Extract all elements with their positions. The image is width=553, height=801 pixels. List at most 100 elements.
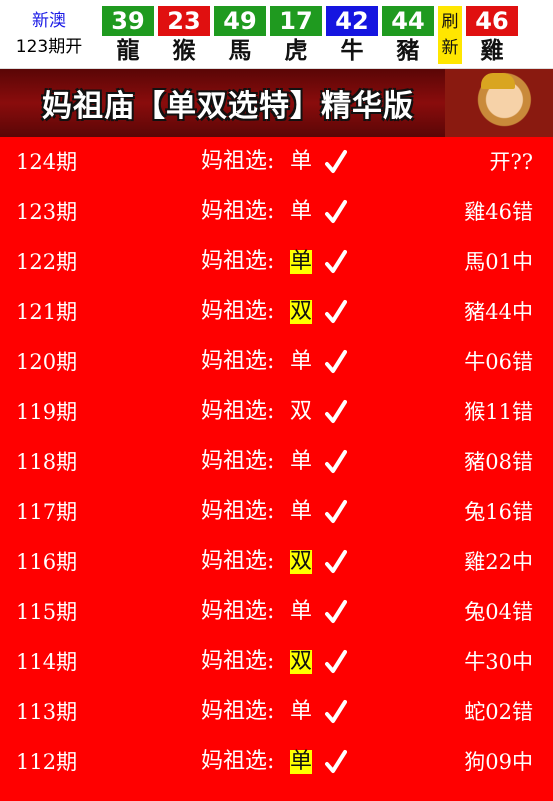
prediction-label: 妈祖选: (201, 699, 275, 724)
pick-value: 单 (290, 749, 313, 774)
ball-number: 17 (270, 6, 322, 36)
list-item: 120期 妈祖选: 单 牛06错 (0, 337, 553, 387)
ball-6: 44 豬 (382, 0, 434, 68)
result-value: 牛30中 (464, 650, 533, 674)
period-label: 114期 (16, 650, 78, 674)
check-icon (325, 537, 347, 587)
check-icon (325, 587, 347, 637)
prediction-label: 妈祖选: (201, 649, 275, 674)
ball-number: 42 (326, 6, 378, 36)
result-value: 蛇02错 (464, 700, 533, 724)
pick-value: 双 (290, 399, 313, 424)
prediction-label: 妈祖选: (201, 149, 275, 174)
crown-icon (481, 73, 515, 89)
ball-zodiac: 牛 (340, 38, 364, 64)
refresh-button[interactable]: 刷 新 (438, 6, 462, 64)
pick-value: 单 (290, 349, 313, 374)
prediction-label: 妈祖选: (201, 599, 275, 624)
ball-4: 17 虎 (270, 0, 322, 68)
draw-result-bar: 新澳 123期开 39 龍 23 猴 49 馬 17 虎 42 牛 44 豬 刷 新 46 雞 (0, 0, 553, 69)
period-label: 113期 (16, 700, 78, 724)
issue-label: 123期开 (15, 37, 83, 57)
pick-value: 双 (290, 299, 313, 324)
prediction-label: 妈祖选: (201, 249, 275, 274)
ball-2: 23 猴 (158, 0, 210, 68)
ball-number: 23 (158, 6, 210, 36)
list-item: 114期 妈祖选: 双 牛30中 (0, 637, 553, 687)
prediction-label: 妈祖选: (201, 749, 275, 774)
list-item: 112期 妈祖选: 单 狗09中 (0, 737, 553, 787)
period-label: 119期 (16, 400, 78, 424)
ball-zodiac: 猴 (172, 38, 196, 64)
pick-value: 单 (290, 199, 313, 224)
result-value: 兔04错 (464, 600, 533, 624)
check-icon (325, 187, 347, 237)
prediction-label: 妈祖选: (201, 199, 275, 224)
pick-value: 单 (290, 599, 313, 624)
period-label: 120期 (16, 350, 78, 374)
ball-7: 46 雞 (466, 0, 518, 68)
pick-value: 单 (290, 149, 313, 174)
check-icon (325, 487, 347, 537)
ball-zodiac: 龍 (116, 38, 140, 64)
ball-zodiac: 虎 (284, 38, 308, 64)
result-value: 开?? (489, 150, 533, 174)
ball-list: 39 龍 23 猴 49 馬 17 虎 42 牛 44 豬 (98, 0, 434, 68)
list-item: 121期 妈祖选: 双 豬44中 (0, 287, 553, 337)
period-label: 121期 (16, 300, 78, 324)
prediction-label: 妈祖选: (201, 499, 275, 524)
list-item: 117期 妈祖选: 单 兔16错 (0, 487, 553, 537)
result-value: 馬01中 (464, 250, 533, 274)
pick-value: 单 (290, 499, 313, 524)
result-value: 雞46错 (464, 200, 533, 224)
ball-number: 49 (214, 6, 266, 36)
list-item: 122期 妈祖选: 单 馬01中 (0, 237, 553, 287)
result-value: 豬44中 (464, 300, 533, 324)
prediction-label: 妈祖选: (201, 399, 275, 424)
pick-value: 单 (290, 449, 313, 474)
pick-value: 双 (290, 649, 313, 674)
list-item: 119期 妈祖选: 双 猴11错 (0, 387, 553, 437)
period-label: 123期 (16, 200, 78, 224)
result-value: 雞22中 (464, 550, 533, 574)
period-label: 122期 (16, 250, 78, 274)
ball-5: 42 牛 (326, 0, 378, 68)
prediction-list: 124期 妈祖选: 单开?? 123期 妈祖选: 单雞46错 122期 妈祖选: 单馬01中 12… (0, 137, 553, 801)
check-icon (325, 287, 347, 337)
period-label: 115期 (16, 600, 78, 624)
ball-zodiac: 豬 (396, 38, 420, 64)
ball-1: 39 龍 (102, 0, 154, 68)
check-icon (325, 437, 347, 487)
draw-info: 新澳 123期开 (0, 0, 98, 68)
pick-value: 双 (290, 549, 313, 574)
prediction-label: 妈祖选: (201, 449, 275, 474)
ball-number: 44 (382, 6, 434, 36)
ball-number: 39 (102, 6, 154, 36)
list-item: 115期 妈祖选: 单 兔04错 (0, 587, 553, 637)
check-icon (325, 337, 347, 387)
list-item: 123期 妈祖选: 单 雞46错 (0, 187, 553, 237)
period-label: 112期 (16, 750, 78, 774)
pick-value: 单 (290, 249, 313, 274)
prediction-label: 妈祖选: (201, 349, 275, 374)
result-value: 豬08错 (464, 450, 533, 474)
ball-zodiac: 雞 (480, 38, 504, 64)
period-label: 118期 (16, 450, 78, 474)
list-item: 118期 妈祖选: 单 豬08错 (0, 437, 553, 487)
refresh-char-1: 刷 (441, 12, 459, 32)
special-ball: 46 雞 (462, 0, 518, 68)
period-label: 116期 (16, 550, 78, 574)
result-value: 猴11错 (464, 400, 533, 424)
banner-title: 妈祖庙【单双选特】精华版 (42, 89, 414, 124)
prediction-label: 妈祖选: (201, 549, 275, 574)
ball-zodiac: 馬 (228, 38, 252, 64)
result-value: 牛06错 (464, 350, 533, 374)
check-icon (325, 687, 347, 737)
refresh-char-2: 新 (441, 38, 459, 58)
ball-number: 46 (466, 6, 518, 36)
check-icon (325, 237, 347, 287)
check-icon (325, 637, 347, 687)
list-item: 124期 妈祖选: 单 开?? (0, 137, 553, 187)
period-label: 124期 (16, 150, 78, 174)
check-icon (325, 737, 347, 787)
